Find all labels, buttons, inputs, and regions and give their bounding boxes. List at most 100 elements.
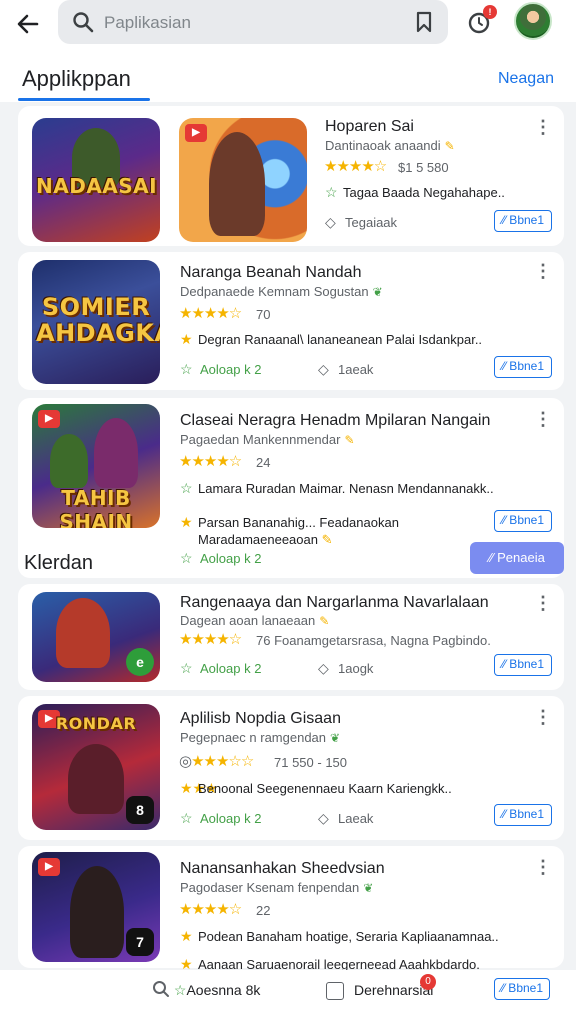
- section-label: Klerdan: [24, 552, 93, 574]
- bottom-bar: ☆Aoesnna 8k Derehnarsiai 0 ⁄⁄ Bbne1: [0, 970, 576, 1024]
- star-outline-icon: ☆: [180, 810, 193, 826]
- avatar[interactable]: [514, 2, 552, 40]
- star-icon: ★: [180, 331, 193, 347]
- app-developer: Dagean aoan lanaeaan ✎: [180, 613, 330, 628]
- tag-icon: ◇: [318, 361, 329, 377]
- notification-badge: !: [483, 5, 497, 19]
- app-thumbnail: ▶: [179, 118, 307, 242]
- app-name: Nanansanhakan Sheedvsian: [180, 860, 385, 877]
- app-name: Naranga Beanah Nandah: [180, 264, 362, 281]
- app-description: ★ Podean Banaham hoatige, Seraria Kapliaa…: [180, 928, 499, 944]
- app-name: Hoparen Sai: [325, 118, 414, 135]
- rating-value: 24: [256, 455, 271, 470]
- app-thumbnail: ▶ 7: [32, 852, 160, 962]
- app-badge-icon: 7: [126, 928, 154, 956]
- app-description: ☆ Tagaa Baada Negahahape..: [325, 184, 505, 200]
- app-developer: Pegepnaec n ramgendan ❦: [180, 730, 341, 745]
- thumbnail-title: SOMIER AHDAGKA: [36, 293, 160, 347]
- more-options-icon[interactable]: ⋮: [534, 410, 552, 430]
- star-icon: ★★★: [180, 780, 218, 796]
- app-thumbnail: SOMIER AHDAGKA: [32, 260, 160, 384]
- install-button[interactable]: ⁄⁄ Bbne1: [494, 510, 552, 532]
- app-developer: Dedpanaede Kemnam Sogustan ❦: [180, 284, 383, 299]
- app-meta-left: ☆ Aoloap k 2: [180, 660, 262, 676]
- rating-value: $1 5 580: [398, 160, 449, 175]
- tag-icon: ◇: [325, 214, 336, 230]
- rating-value: 22: [256, 903, 271, 918]
- section-header: Applikppan Neagan: [0, 52, 576, 102]
- thumbnail-title: NADAASAI: [36, 174, 158, 198]
- more-options-icon[interactable]: ⋮: [534, 708, 552, 728]
- more-options-icon[interactable]: ⋮: [534, 118, 552, 138]
- bottom-badge: 0: [420, 974, 436, 990]
- rating-stars: ★★★★☆: [179, 901, 242, 918]
- app-card[interactable]: ▶ 7 Nanansanhakan Sheedvsian Pagodaser K…: [18, 846, 564, 972]
- app-badge-icon: 8: [126, 796, 154, 824]
- app-meta-left: ☆ Aoloap k 2: [180, 810, 262, 826]
- app-meta-left: ☆ Aoloap k 2: [180, 550, 262, 566]
- app-developer: Pagaedan Mankennmendar ✎: [180, 432, 355, 447]
- more-options-icon[interactable]: ⋮: [534, 594, 552, 614]
- star-outline-icon: ☆: [180, 361, 193, 377]
- leaf-icon: ❦: [372, 285, 383, 299]
- app-developer: Dantinaoak anaandi ✎: [325, 138, 455, 153]
- search-icon: [73, 12, 94, 33]
- bookmark-icon[interactable]: [414, 11, 434, 33]
- search-placeholder: Paplikasian: [104, 13, 191, 32]
- thumbnail-title: TAHIB SHAIN: [59, 486, 133, 528]
- star-outline-icon: ☆: [180, 660, 193, 676]
- star-outline-icon: ☆: [325, 184, 338, 200]
- thumbnail-title: RONDAR: [55, 714, 137, 733]
- app-description: ☆ Lamara Ruradan Maimar. Nenasn Mendannan…: [180, 480, 494, 496]
- leaf-icon: ❦: [363, 881, 374, 895]
- app-thumbnail: NADAASAI: [32, 118, 160, 242]
- leaf-icon: ❦: [330, 731, 341, 745]
- see-all-link[interactable]: Neagan: [498, 70, 554, 88]
- app-badge-icon: ▶: [185, 124, 207, 142]
- app-description-3: Maradamaeneeaoan ✎: [198, 532, 333, 547]
- star-icon: ★: [180, 928, 193, 944]
- app-card[interactable]: e Rangenaaya dan Nargarlanma Navarlalaan…: [18, 584, 564, 690]
- app-thumbnail: ▶ TAHIB SHAIN: [32, 404, 160, 528]
- app-card[interactable]: ▶ RONDAR 8 Aplilisb Nopdia Gisaan Pegepn…: [18, 696, 564, 840]
- rating-value: 71 550 - 150: [274, 755, 348, 770]
- install-button[interactable]: ⁄⁄ Bbne1: [494, 210, 552, 232]
- more-options-icon[interactable]: ⋮: [534, 262, 552, 282]
- install-button[interactable]: ⁄⁄ Bbne1: [494, 654, 552, 676]
- app-badge-icon: ▶: [38, 858, 60, 876]
- app-developer: Pagodaser Ksenam fenpendan ❦: [180, 880, 374, 895]
- star-outline-icon: ☆: [180, 480, 193, 496]
- bottom-install-button[interactable]: ⁄⁄ Bbne1: [494, 978, 550, 1000]
- search-icon: [153, 981, 169, 997]
- star-icon: ★: [180, 514, 193, 530]
- app-card[interactable]: NADAASAI ▶ Hoparen Sai Dantinaoak anaand…: [18, 106, 564, 246]
- app-description: ★ Degran Ranaanal\ lananeanean Palai Isda…: [180, 331, 483, 347]
- rating-stars: ◎★★★☆☆: [179, 753, 254, 770]
- app-meta-right: ◇ 1aogk: [318, 660, 374, 676]
- checkbox[interactable]: [326, 982, 344, 1000]
- tag-icon: ◇: [318, 660, 329, 676]
- star-outline-icon: ☆: [180, 550, 193, 566]
- app-description: ★★★Benoonal Seegenennaeu Kaarn Kariengkk…: [180, 780, 452, 796]
- app-meta-right: ◇ 1aeak: [318, 361, 374, 377]
- app-meta-left: ☆ Aoloap k 2: [180, 361, 262, 377]
- section-tab-indicator: [18, 98, 150, 101]
- app-thumbnail: ▶ RONDAR 8: [32, 704, 160, 830]
- floating-action-button[interactable]: ⁄⁄ Penaeia: [470, 542, 564, 574]
- app-description-2: ★ Parsan Bananahig... Feadanaokan: [180, 514, 399, 530]
- section-title: Applikppan: [22, 66, 131, 91]
- rating-stars: ★★★★☆: [179, 305, 242, 322]
- more-options-icon[interactable]: ⋮: [534, 858, 552, 878]
- bottom-search[interactable]: ☆Aoesnna 8k: [152, 980, 260, 999]
- install-button[interactable]: ⁄⁄ Bbne1: [494, 356, 552, 378]
- back-button[interactable]: [10, 6, 46, 42]
- search-bar[interactable]: Paplikasian: [58, 0, 448, 44]
- install-button[interactable]: ⁄⁄ Bbne1: [494, 804, 552, 826]
- app-card[interactable]: SOMIER AHDAGKA Naranga Beanah Nandah Ded…: [18, 252, 564, 390]
- app-thumbnail: e: [32, 592, 160, 682]
- tag-icon: ◇: [318, 810, 329, 826]
- rating-stars: ★★★★☆: [179, 453, 242, 470]
- app-meta-right: ◇ Laeak: [318, 810, 374, 826]
- app-badge-icon: e: [126, 648, 154, 676]
- app-name: Rangenaaya dan Nargarlanma Navarlalaan: [180, 594, 489, 611]
